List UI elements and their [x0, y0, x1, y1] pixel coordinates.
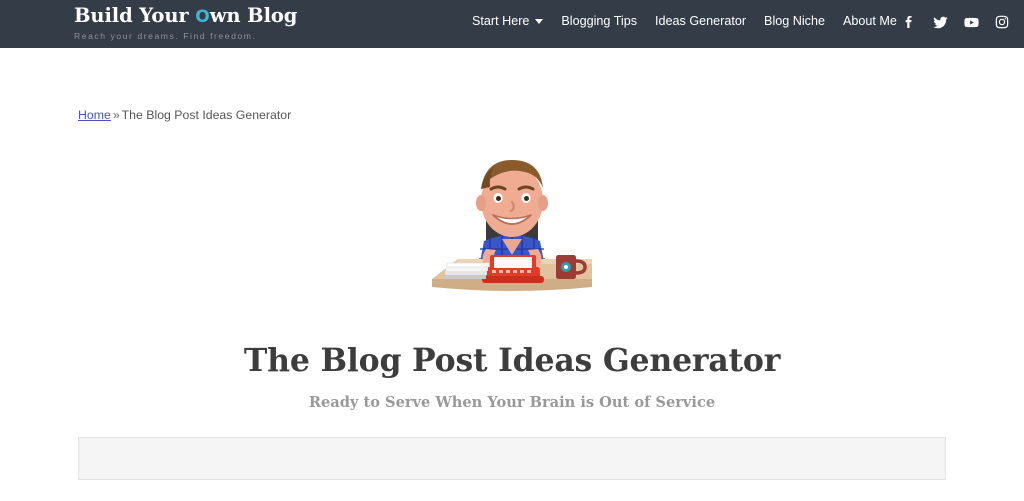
idea-keyword-input[interactable]	[78, 437, 946, 480]
brand-logo-o-icon: O	[195, 7, 210, 27]
main-navigation: Start Here Blogging Tips Ideas Generator…	[472, 13, 906, 29]
site-header: Build Your Own Blog Reach your dreams. F…	[0, 0, 1024, 48]
instagram-icon[interactable]	[993, 13, 1011, 31]
nav-item-label: Start Here	[472, 14, 530, 28]
twitter-icon[interactable]	[931, 13, 949, 31]
nav-item-blog-niche[interactable]: Blog Niche	[755, 13, 834, 29]
brand-title-part2: wn Blog	[209, 4, 298, 27]
nav-item-label: Ideas Generator	[655, 14, 747, 28]
nav-item-label: Blog Niche	[764, 14, 825, 28]
youtube-icon[interactable]	[962, 13, 980, 31]
breadcrumb-home-link[interactable]: Home	[78, 108, 111, 122]
hero-illustration	[424, 145, 600, 307]
site-brand[interactable]: Build Your Own Blog Reach your dreams. F…	[74, 5, 306, 43]
nav-item-label: About Me	[842, 14, 897, 28]
breadcrumb-current: The Blog Post Ideas Generator	[121, 108, 292, 122]
brand-tagline: Reach your dreams. Find freedom.	[74, 31, 257, 41]
social-links	[900, 13, 1011, 31]
brand-title-part1: Build Your	[74, 4, 196, 27]
nav-item-blogging-tips[interactable]: Blogging Tips	[552, 13, 646, 29]
nav-item-ideas-generator[interactable]: Ideas Generator	[646, 13, 755, 29]
breadcrumb: Home» The Blog Post Ideas Generator	[78, 107, 291, 123]
facebook-icon[interactable]	[900, 13, 918, 31]
breadcrumb-separator: »	[112, 108, 120, 122]
nav-item-about-me[interactable]: About Me	[834, 13, 906, 29]
page-subtitle: Ready to Serve When Your Brain is Out of…	[308, 394, 716, 411]
page-title: The Blog Post Ideas Generator	[243, 342, 781, 379]
nav-item-start-here[interactable]: Start Here	[472, 13, 552, 29]
brand-title: Build Your Own Blog	[74, 5, 306, 28]
chevron-down-icon	[535, 19, 544, 24]
nav-item-label: Blogging Tips	[561, 14, 638, 28]
